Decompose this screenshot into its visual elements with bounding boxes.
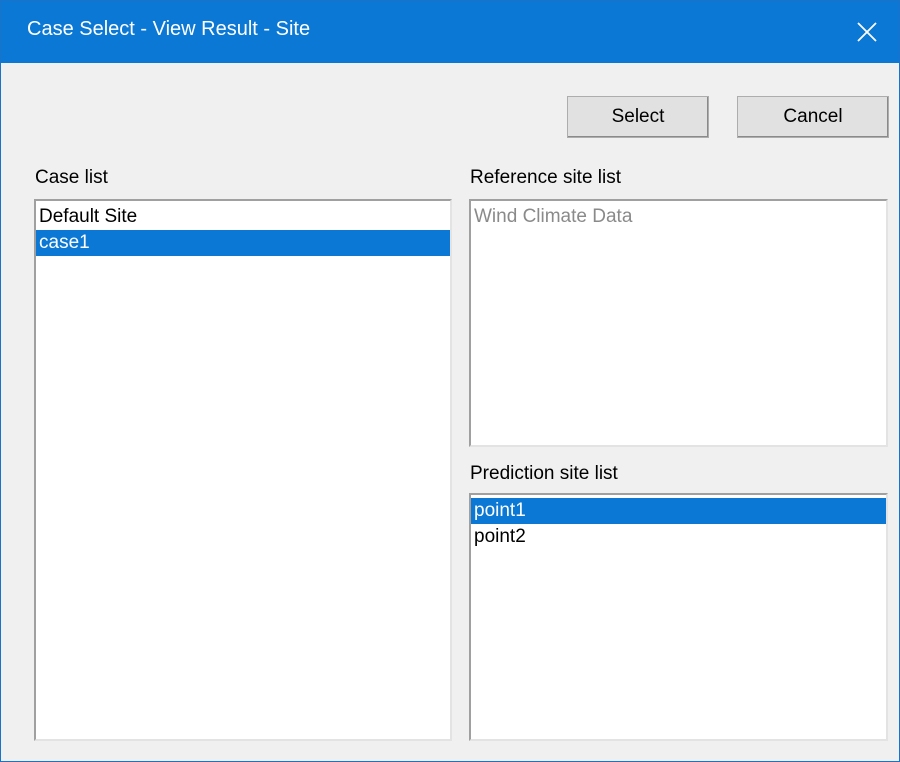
prediction-site-list-label: Prediction site list	[470, 463, 618, 484]
list-item-default-site[interactable]: Default Site	[36, 204, 450, 230]
list-item-point2[interactable]: point2	[471, 524, 886, 550]
close-button[interactable]	[837, 1, 899, 63]
prediction-site-list[interactable]: point1 point2	[469, 493, 888, 741]
case-list[interactable]: Default Site case1	[34, 199, 452, 741]
dialog-window: Case Select - View Result - Site Select …	[0, 0, 900, 762]
window-title: Case Select - View Result - Site	[27, 18, 311, 40]
cancel-button[interactable]: Cancel	[737, 96, 889, 138]
list-item-case1[interactable]: case1	[36, 230, 450, 256]
reference-site-list[interactable]: Wind Climate Data	[469, 199, 888, 447]
list-item-wind-climate-data: Wind Climate Data	[474, 206, 633, 227]
close-icon	[857, 22, 877, 42]
list-item-point1[interactable]: point1	[471, 498, 886, 524]
reference-site-list-label: Reference site list	[470, 167, 622, 188]
case-list-label: Case list	[35, 167, 108, 188]
select-button[interactable]: Select	[567, 96, 709, 138]
title-bar[interactable]: Case Select - View Result - Site	[1, 1, 899, 63]
